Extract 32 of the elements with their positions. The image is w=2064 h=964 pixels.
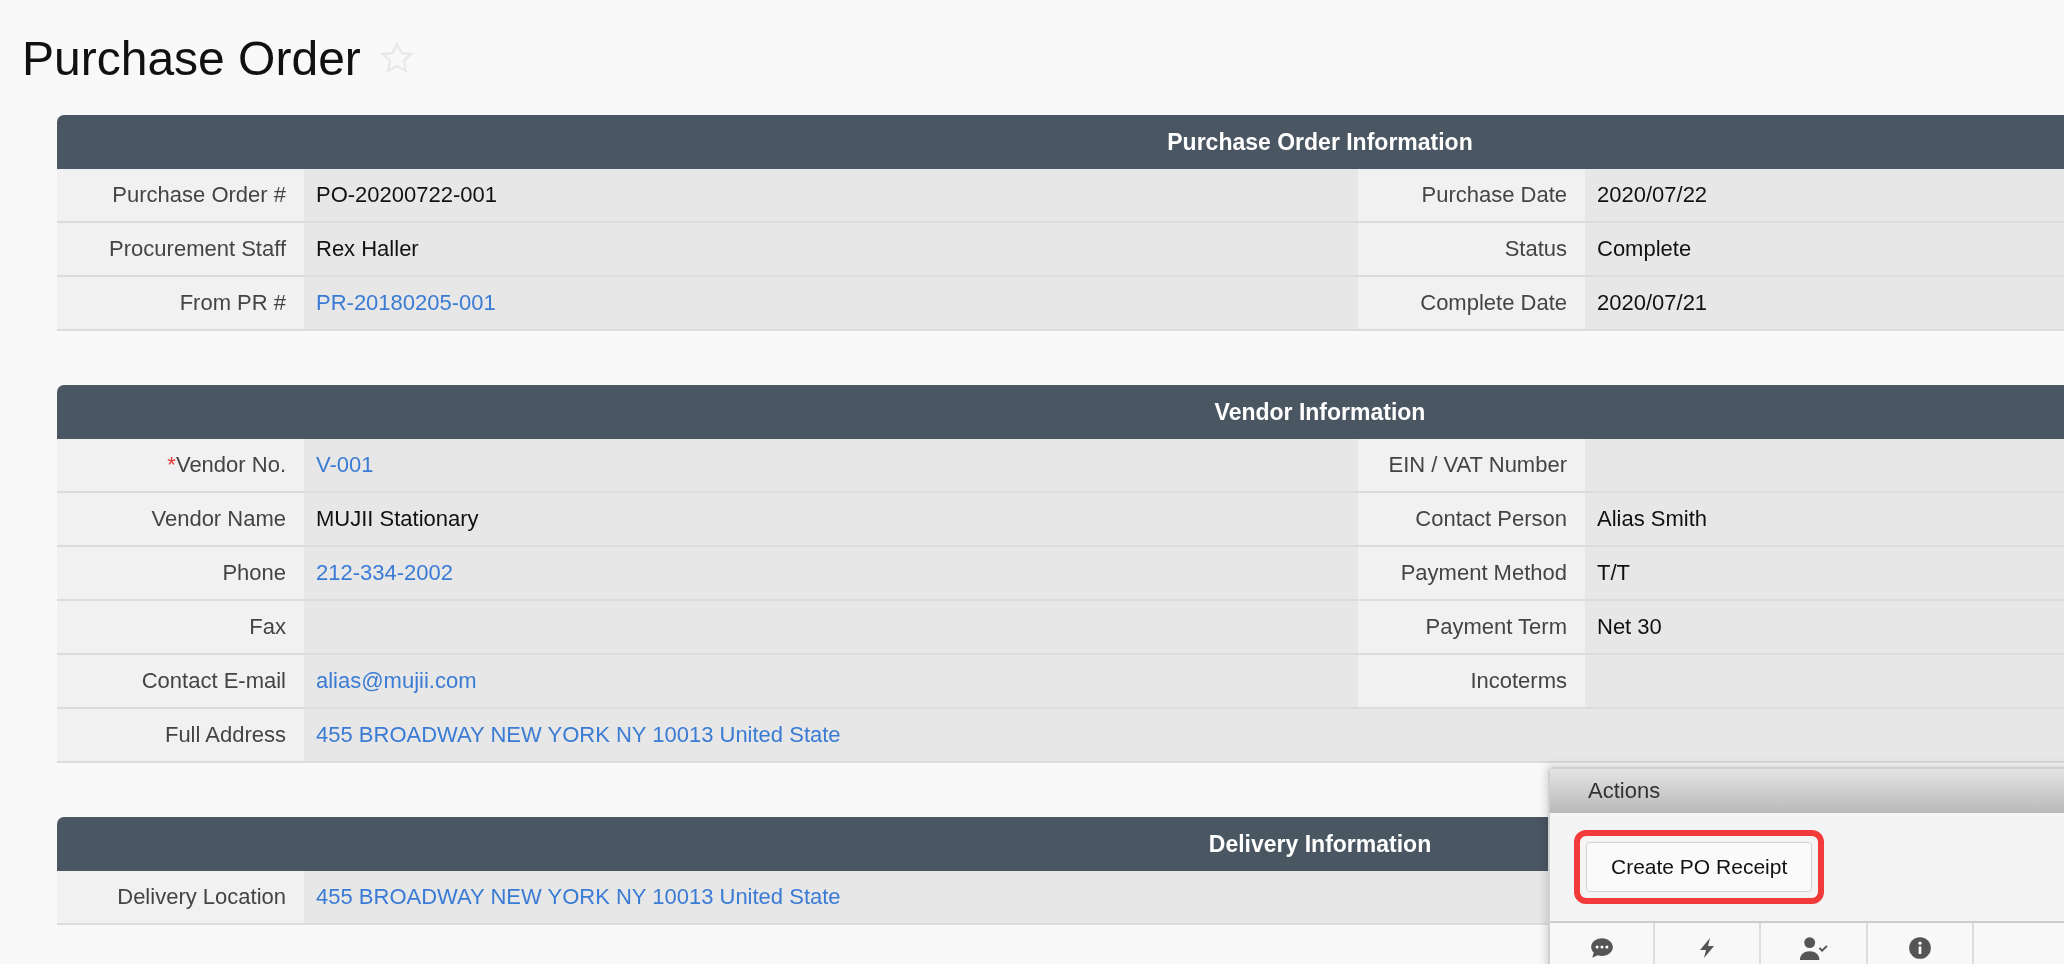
field-label: Delivery Location (57, 871, 304, 923)
field-label: Status (1358, 223, 1585, 275)
field-label: Purchase Order # (57, 169, 304, 221)
field-label: Phone (57, 547, 304, 599)
field-label: Payment Method (1358, 547, 1585, 599)
section-title: Vendor Information (1214, 398, 1426, 426)
section-title: Purchase Order Information (1167, 128, 1473, 156)
value-text: MUJII Stationary (316, 506, 479, 532)
value-text: T/T (1597, 560, 1630, 586)
field-label: *Vendor No. (57, 439, 304, 491)
value-text: 2020/07/21 (1597, 290, 1708, 316)
page-title: Purchase Order (22, 30, 361, 86)
field-label: Complete Date (1358, 277, 1585, 329)
value-text: Net 30 (1597, 614, 1662, 640)
value-text: Alias Smith (1597, 506, 1708, 532)
value-text: 2020/07/22 (1597, 182, 1708, 208)
section-title: Delivery Information (1208, 830, 1432, 858)
field-label: Incoterms (1358, 655, 1585, 707)
value-text: PO-20200722-001 (316, 182, 498, 208)
field-label: Contact E-mail (57, 655, 304, 707)
field-label: Contact Person (1358, 493, 1585, 545)
value-text: Rex Haller (316, 236, 419, 262)
field-label: EIN / VAT Number (1358, 439, 1585, 491)
field-label: Purchase Date (1358, 169, 1585, 221)
field-label: Vendor Name (57, 493, 304, 545)
field-label: Fax (57, 601, 304, 653)
field-label: Procurement Staff (57, 223, 304, 275)
actions-title: Actions (1588, 778, 1661, 804)
field-label: Full Address (57, 709, 304, 761)
field-label: Payment Term (1358, 601, 1585, 653)
field-label: From PR # (57, 277, 304, 329)
value-text: Complete (1597, 236, 1692, 262)
